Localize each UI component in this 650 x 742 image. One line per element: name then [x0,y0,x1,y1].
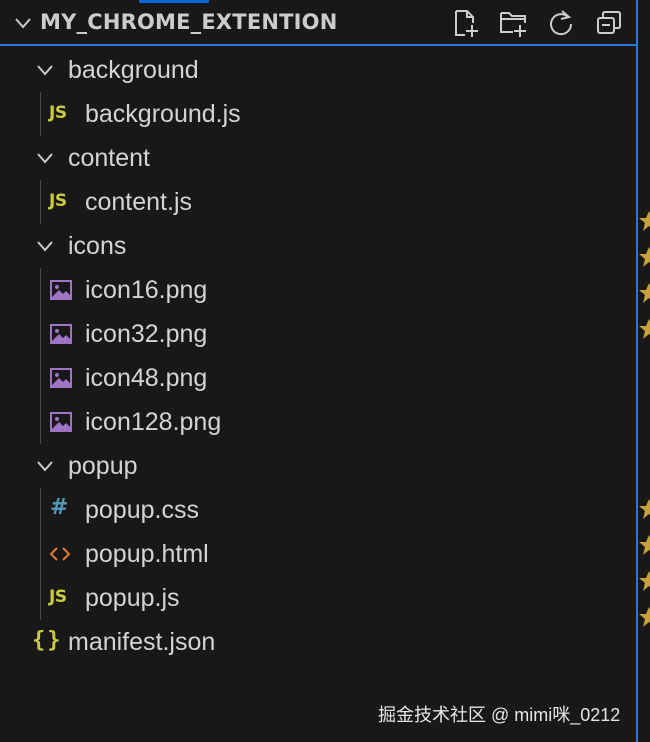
json-file-icon: {} [32,628,63,653]
star-icon [639,211,650,231]
file-icon16-png[interactable]: icon16.png [0,268,636,312]
file-icon128-png[interactable]: icon128.png [0,400,636,444]
collapse-all-icon[interactable] [594,8,624,38]
star-icon [639,571,650,591]
javascript-file-icon: JS [49,587,67,607]
image-file-icon [50,412,72,432]
image-file-icon [50,280,72,300]
file-icon48-png[interactable]: icon48.png [0,356,636,400]
file-popup-css[interactable]: # popup.css [0,488,636,532]
image-file-icon [50,324,72,344]
star-icon [639,607,650,627]
explorer-header[interactable]: MY_CHROME_EXTENTION [0,0,636,46]
chevron-down-icon [37,65,53,76]
file-explorer-panel: MY_CHROME_EXTENTION background JS backgr… [0,0,650,742]
file-label: icon128.png [85,408,222,436]
file-icon32-png[interactable]: icon32.png [0,312,636,356]
folder-label: icons [68,232,127,260]
file-manifest-json[interactable]: {} manifest.json [0,620,636,664]
folder-background[interactable]: background [0,48,636,92]
html-file-icon [49,547,71,561]
file-popup-js[interactable]: JS popup.js [0,576,636,620]
folder-label: popup [68,452,138,480]
chevron-down-icon [37,153,53,164]
star-icon [639,535,650,555]
folder-popup[interactable]: popup [0,444,636,488]
file-popup-html[interactable]: popup.html [0,532,636,576]
file-label: popup.css [85,496,199,524]
file-label: popup.js [85,584,180,612]
folder-content[interactable]: content [0,136,636,180]
chevron-down-icon [37,461,53,472]
folder-label: content [68,144,151,172]
javascript-file-icon: JS [49,103,67,123]
file-label: content.js [85,188,193,216]
folder-label: background [68,56,199,84]
file-label: background.js [85,100,241,128]
star-icon [639,319,650,339]
file-label: manifest.json [68,628,216,656]
folder-icons[interactable]: icons [0,224,636,268]
new-folder-icon[interactable] [498,8,528,38]
chevron-down-icon [37,241,53,252]
file-label: icon16.png [85,276,208,304]
image-file-icon [50,368,72,388]
file-label: icon32.png [85,320,208,348]
file-label: popup.html [85,540,209,568]
star-icon [639,283,650,303]
panel-focus-border [636,0,638,742]
new-file-icon[interactable] [450,8,480,38]
chevron-down-icon[interactable] [12,12,34,34]
star-icon [639,499,650,519]
file-background-js[interactable]: JS background.js [0,92,636,136]
file-content-js[interactable]: JS content.js [0,180,636,224]
css-file-icon: # [50,495,69,520]
workspace-title: MY_CHROME_EXTENTION [40,10,338,34]
star-icon [639,247,650,267]
javascript-file-icon: JS [49,191,67,211]
file-label: icon48.png [85,364,208,392]
refresh-icon[interactable] [546,8,576,38]
watermark-text: 掘金技术社区 @ mimi咪_0212 [378,705,621,725]
